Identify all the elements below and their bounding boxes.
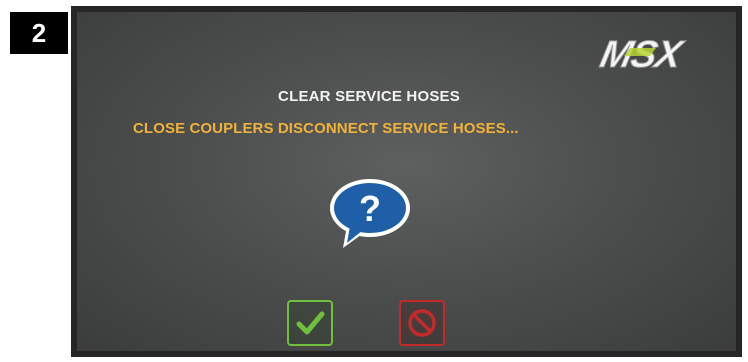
msx-logo: MSX [596,34,689,74]
step-number-badge: 2 [10,12,68,54]
dialog-message: CLOSE COUPLERS DISCONNECT SERVICE HOSES.… [133,120,519,137]
svg-text:?: ? [359,188,381,229]
question-bubble-icon: ? [330,179,410,248]
dialog-screen: MSX CLEAR SERVICE HOSES CLOSE COUPLERS D… [77,12,736,351]
cancel-button[interactable] [399,300,445,346]
display-bezel: MSX CLEAR SERVICE HOSES CLOSE COUPLERS D… [71,6,742,357]
confirm-button[interactable] [287,300,333,346]
checkmark-icon [296,311,325,335]
dialog-title: CLEAR SERVICE HOSES [278,88,460,105]
prohibited-icon [408,309,436,337]
